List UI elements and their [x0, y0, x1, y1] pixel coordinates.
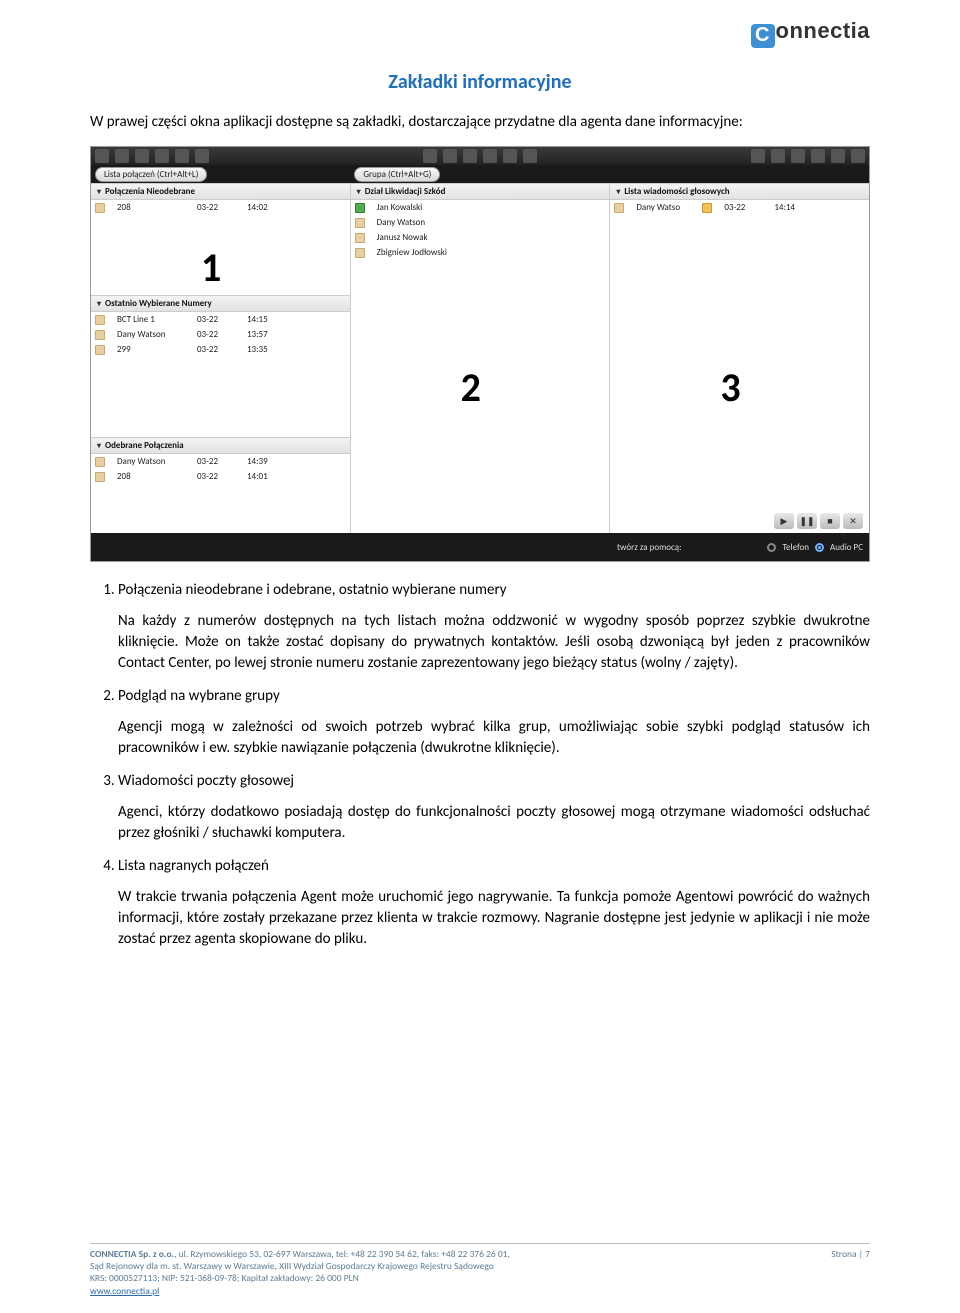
toolbar-icon[interactable] [503, 149, 517, 163]
toolbar-icon[interactable] [95, 149, 109, 163]
list-item-2: Podgląd na wybrane grupy Agencji mogą w … [118, 686, 870, 759]
logo-c-box: C [751, 24, 775, 48]
list-item-3: Wiadomości poczty głosowej Agenci, którz… [118, 771, 870, 844]
section-title: Zakładki informacyjne [90, 70, 870, 94]
toolbar-icon[interactable] [463, 149, 477, 163]
list-item[interactable]: Dany Watson03-2213:57 [91, 327, 350, 342]
list-item-4: Lista nagranych połączeń W trakcie trwan… [118, 856, 870, 950]
toolbar-icon[interactable] [175, 149, 189, 163]
list-item[interactable]: BCT Line 103-2214:15 [91, 312, 350, 327]
footer-company: CONNECTIA Sp. z o.o. [90, 1248, 174, 1260]
panel-header-voicemail[interactable]: Lista wiadomości głosowych [610, 183, 869, 200]
toolbar-icon[interactable] [831, 149, 845, 163]
play-button[interactable]: ▶ [774, 513, 794, 529]
annotation-2: 2 [461, 363, 481, 412]
ss-chip-row: Lista połączeń (Ctrl+Alt+L) Grupa (Ctrl+… [91, 165, 869, 183]
chip-call-list[interactable]: Lista połączeń (Ctrl+Alt+L) [95, 167, 207, 182]
toolbar-icon[interactable] [771, 149, 785, 163]
chip-group[interactable]: Grupa (Ctrl+Alt+G) [354, 167, 440, 182]
toolbar-icon[interactable] [115, 149, 129, 163]
item-3-body: Agenci, którzy dodatkowo posiadają dostę… [118, 802, 870, 844]
close-button[interactable]: ✕ [843, 513, 863, 529]
ss-toolbar [91, 147, 869, 165]
list-item[interactable]: Janusz Nowak [351, 230, 610, 245]
toolbar-icon[interactable] [483, 149, 497, 163]
footer-court: Sąd Rejonowy dla m. st. Warszawy w Warsz… [90, 1260, 510, 1272]
list-item[interactable]: 20803-2214:02 [91, 200, 350, 215]
footer-label: twórz za pomocą: [617, 542, 682, 553]
radio-audio-pc-label: Audio PC [830, 542, 863, 553]
list-item[interactable]: Jan Kowalski [351, 200, 610, 215]
panel-header-group[interactable]: Dział Likwidacji Szkód [351, 183, 610, 200]
mail-icon [702, 203, 712, 213]
item-3-title: Wiadomości poczty głosowej [118, 772, 294, 790]
numbered-list: Połączenia nieodebrane i odebrane, ostat… [90, 580, 870, 950]
toolbar-icon[interactable] [155, 149, 169, 163]
brand-logo: Connectia [751, 18, 870, 48]
toolbar-icon[interactable] [851, 149, 865, 163]
list-item[interactable]: Dany Watso03-2214:14 [610, 200, 869, 215]
toolbar-icon[interactable] [751, 149, 765, 163]
panel-header-dialed[interactable]: Ostatnio Wybierane Numery [91, 295, 350, 312]
toolbar-icon[interactable] [523, 149, 537, 163]
footer-left: CONNECTIA Sp. z o.o., ul. Rzymowskiego 5… [90, 1248, 510, 1297]
toolbar-icon[interactable] [443, 149, 457, 163]
footer-address: , ul. Rzymowskiego 53, 02-697 Warszawa, … [174, 1248, 510, 1260]
footer-link[interactable]: www.connectia.pl [90, 1285, 159, 1297]
stop-button[interactable]: ■ [820, 513, 840, 529]
radio-telefon[interactable] [767, 543, 776, 552]
list-item-1: Połączenia nieodebrane i odebrane, ostat… [118, 580, 870, 674]
toolbar-icon[interactable] [135, 149, 149, 163]
page-footer: CONNECTIA Sp. z o.o., ul. Rzymowskiego 5… [0, 1233, 960, 1313]
panel-header-missed[interactable]: Połączenia Nieodebrane [91, 183, 350, 200]
toolbar-icon[interactable] [423, 149, 437, 163]
logo-text: onnectia [776, 18, 870, 43]
list-item[interactable]: Dany Watson03-2214:39 [91, 454, 350, 469]
list-item[interactable]: 20803-2214:01 [91, 469, 350, 484]
ss-column-2: Dział Likwidacji Szkód Jan Kowalski Dany… [351, 183, 611, 533]
item-2-title: Podgląd na wybrane grupy [118, 687, 280, 705]
radio-telefon-label: Telefon [782, 542, 809, 553]
annotation-3: 3 [720, 363, 740, 412]
item-1-body: Na każdy z numerów dostępnych na tych li… [118, 611, 870, 674]
footer-ids: KRS: 0000527113; NIP: 521-368-09-78; Kap… [90, 1272, 510, 1284]
item-1-title: Połączenia nieodebrane i odebrane, ostat… [118, 581, 507, 599]
app-screenshot: Lista połączeń (Ctrl+Alt+L) Grupa (Ctrl+… [90, 146, 870, 562]
item-4-body: W trakcie trwania połączenia Agent może … [118, 887, 870, 950]
radio-audio-pc[interactable] [815, 543, 824, 552]
item-4-title: Lista nagranych połączeń [118, 857, 269, 875]
ss-column-1: Połączenia Nieodebrane 20803-2214:02 1 O… [91, 183, 351, 533]
ss-column-3: Lista wiadomości głosowych Dany Watso03-… [610, 183, 869, 533]
item-2-body: Agencji mogą w zależności od swoich potr… [118, 717, 870, 759]
toolbar-icon[interactable] [791, 149, 805, 163]
pause-button[interactable]: ❚❚ [797, 513, 817, 529]
list-item[interactable]: Dany Watson [351, 215, 610, 230]
ss-footer: twórz za pomocą: Telefon Audio PC [91, 533, 869, 561]
toolbar-icon[interactable] [195, 149, 209, 163]
intro-paragraph: W prawej części okna aplikacji dostępne … [90, 112, 870, 132]
list-item[interactable]: Zbigniew Jodłowski [351, 245, 610, 260]
footer-page-number: Strona | 7 [831, 1248, 870, 1297]
annotation-1: 1 [201, 243, 221, 292]
list-item[interactable]: 29903-2213:35 [91, 342, 350, 357]
toolbar-icon[interactable] [811, 149, 825, 163]
panel-header-answered[interactable]: Odebrane Połączenia [91, 437, 350, 454]
